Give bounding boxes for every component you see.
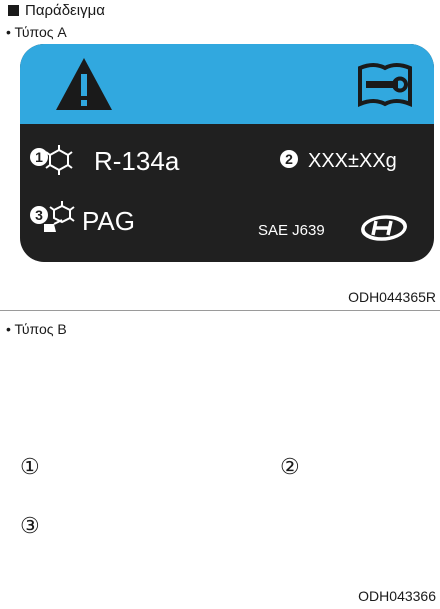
figure-code-b: ODH043366 (358, 588, 436, 604)
square-bullet-icon (8, 5, 19, 16)
hyundai-logo (361, 215, 407, 241)
marker-2-badge: 2 (280, 150, 298, 168)
compressor-oil-type: PAG (82, 206, 135, 236)
type-b-marker-2: ② (280, 454, 300, 479)
example-heading: Παράδειγμα (8, 2, 105, 19)
figure-code-a: ODH044365R (348, 289, 436, 305)
section-divider (0, 310, 440, 311)
type-a-ac-label: 1 R-134a 2 XXX±XXg 3 PAG SAE J639 (20, 44, 434, 262)
type-b-label: • Τύπος B (6, 321, 67, 337)
service-manual-icon (358, 63, 412, 108)
refrigerant-snowflake-icon (45, 145, 73, 175)
refrigerant-type: R-134a (94, 146, 180, 176)
refrigerant-amount: XXX±XXg (308, 150, 397, 172)
compressor-oil-icon (44, 201, 75, 232)
type-b-marker-3: ③ (20, 513, 40, 538)
type-b-marker-1: ① (20, 454, 40, 479)
warning-triangle-icon (56, 58, 112, 110)
type-a-label: • Τύπος A (6, 24, 67, 40)
example-heading-text: Παράδειγμα (25, 2, 105, 19)
sae-standard: SAE J639 (258, 222, 325, 239)
